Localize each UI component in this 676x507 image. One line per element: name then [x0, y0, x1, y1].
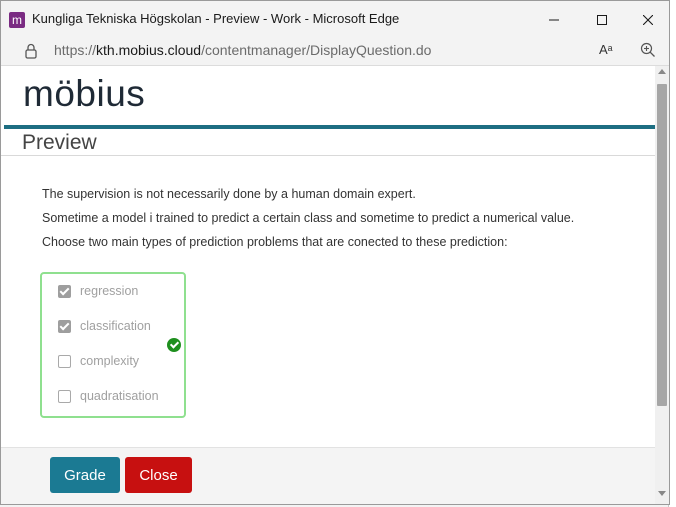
- maximize-button[interactable]: [579, 1, 625, 38]
- question-line: Choose two main types of prediction prob…: [42, 235, 508, 249]
- minimize-button[interactable]: [531, 1, 577, 38]
- answer-options: regression classification complexity qua…: [40, 272, 186, 418]
- maximize-icon: [597, 14, 607, 25]
- address-bar[interactable]: https://kth.mobius.cloud/contentmanager/…: [1, 38, 669, 66]
- scroll-down-arrow-icon[interactable]: [658, 491, 666, 496]
- accent-rule: [4, 125, 655, 129]
- title-bar: m Kungliga Tekniska Högskolan - Preview …: [1, 1, 669, 38]
- checkbox[interactable]: [58, 284, 71, 298]
- option-quadratisation[interactable]: quadratisation: [58, 387, 159, 405]
- question-text: The supervision is not necessarily done …: [42, 182, 574, 254]
- title-divider: [1, 155, 655, 156]
- checkbox[interactable]: [58, 319, 71, 333]
- option-regression[interactable]: regression: [58, 282, 138, 300]
- header: möbius: [1, 66, 655, 126]
- url-prefix: https://: [54, 42, 97, 58]
- window-title: Kungliga Tekniska Högskolan - Preview - …: [32, 11, 400, 26]
- page-viewport: möbius Preview The supervision is not ne…: [1, 66, 655, 504]
- option-label: classification: [80, 319, 151, 333]
- grade-button[interactable]: Grade: [50, 457, 120, 493]
- option-complexity[interactable]: complexity: [58, 352, 139, 370]
- checkbox[interactable]: [58, 354, 71, 368]
- read-aloud-icon[interactable]: Aᵃ: [599, 42, 613, 57]
- close-window-button[interactable]: [625, 1, 671, 38]
- option-label: complexity: [80, 354, 140, 368]
- scroll-thumb[interactable]: [657, 84, 667, 406]
- url-path: /contentmanager/DisplayQuestion.do: [201, 42, 432, 58]
- minimize-icon: [549, 19, 559, 20]
- zoom-icon[interactable]: [640, 42, 656, 58]
- app-icon: m: [9, 12, 25, 28]
- option-label: quadratisation: [80, 389, 159, 403]
- mobius-logo: möbius: [23, 73, 146, 114]
- option-classification[interactable]: classification: [58, 317, 151, 335]
- close-button[interactable]: Close: [125, 457, 192, 493]
- option-label: regression: [80, 284, 139, 298]
- page-title: Preview: [22, 131, 97, 154]
- scroll-up-arrow-icon[interactable]: [658, 69, 666, 74]
- lock-icon[interactable]: [24, 42, 38, 60]
- browser-window: m Kungliga Tekniska Högskolan - Preview …: [0, 0, 670, 505]
- url-host: kth.mobius.cloud: [96, 42, 202, 58]
- checkbox[interactable]: [58, 389, 71, 403]
- scrollbar[interactable]: [655, 66, 669, 504]
- url-text[interactable]: https://kth.mobius.cloud/contentmanager/…: [54, 42, 431, 58]
- question-line: The supervision is not necessarily done …: [42, 187, 416, 201]
- close-icon: [643, 14, 653, 25]
- question-line: Sometime a model i trained to predict a …: [42, 211, 575, 225]
- correct-check-icon: [167, 338, 181, 352]
- button-footer: Grade Close: [1, 447, 655, 504]
